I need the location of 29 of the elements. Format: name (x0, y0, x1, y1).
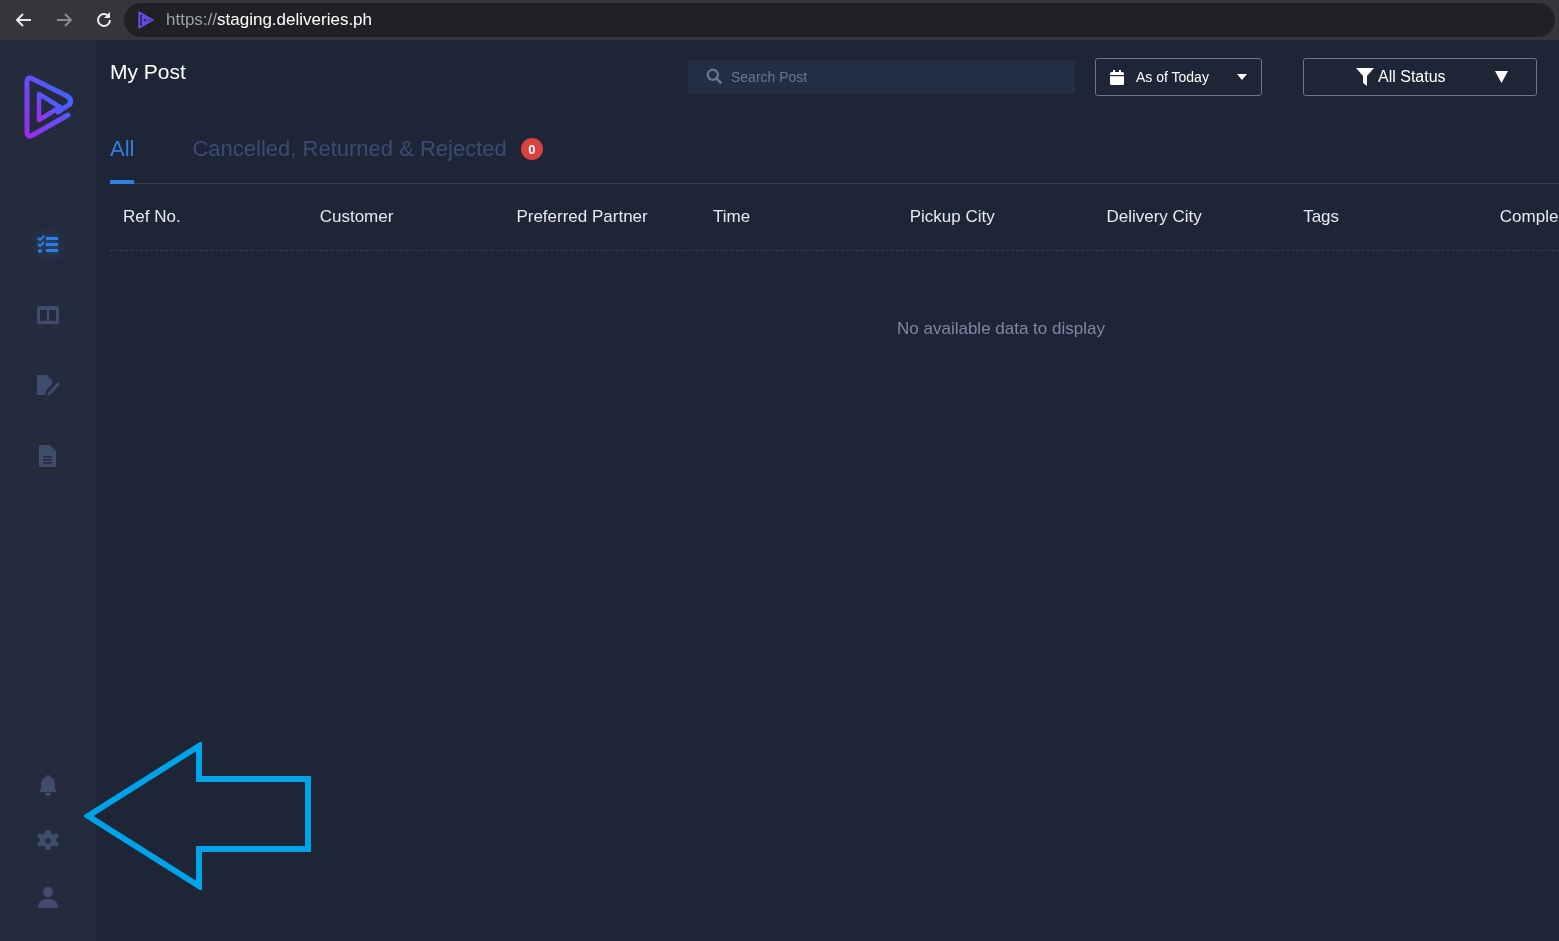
caret-icon (1237, 74, 1247, 80)
logo-icon (22, 74, 74, 140)
url-text: https://staging.deliveries.ph (166, 10, 372, 30)
column-header: Preferred Partner (515, 207, 649, 227)
settings-icon[interactable] (36, 829, 60, 853)
tab[interactable]: Cancelled, Returned & Rejected 0 (192, 136, 543, 184)
column-header: Comple (1498, 207, 1559, 227)
search-field[interactable]: Search Post (688, 60, 1075, 94)
column-header: Tags (1302, 207, 1341, 227)
site-icon (136, 10, 156, 30)
column-header: Pickup City (908, 207, 996, 227)
column-header: Customer (318, 207, 395, 227)
column-header: Delivery City (1105, 207, 1203, 227)
caret-icon (1495, 71, 1508, 83)
search-icon (706, 68, 723, 85)
address-bar[interactable]: https://staging.deliveries.ph (124, 3, 1555, 37)
date-filter-button[interactable]: As of Today (1095, 58, 1262, 96)
column-header: Ref No. (122, 207, 182, 227)
page-title: My Post (110, 60, 187, 84)
calendar-icon (1110, 69, 1124, 85)
column-header: Time (712, 207, 752, 227)
user-icon[interactable] (36, 885, 60, 909)
empty-message: No available data to display (897, 319, 1105, 339)
notification-icon[interactable] (36, 773, 60, 797)
count-badge: 0 (520, 138, 543, 160)
filter-icon (1356, 68, 1374, 86)
signature-icon (36, 374, 60, 398)
tab[interactable]: All (110, 136, 135, 184)
status-filter-button[interactable]: All Status (1303, 58, 1537, 96)
